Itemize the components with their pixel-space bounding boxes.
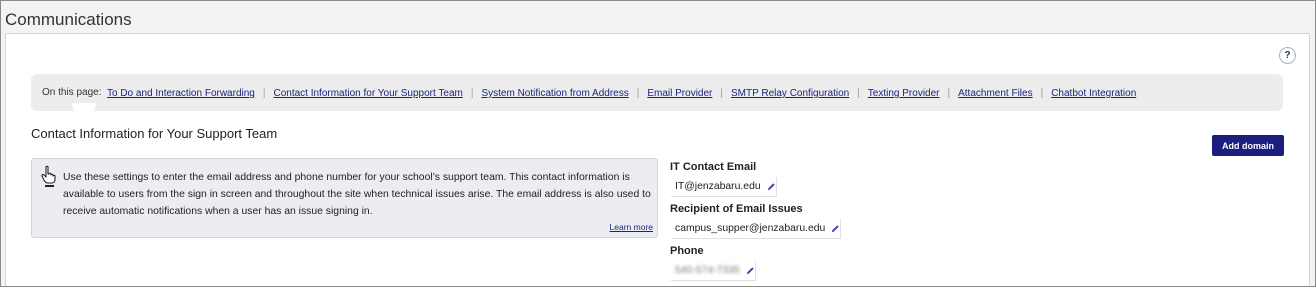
it-contact-email-label: IT Contact Email — [670, 161, 757, 173]
pencil-icon[interactable] — [746, 266, 755, 275]
nav-separator: | — [947, 88, 951, 99]
phone-label: Phone — [670, 245, 704, 257]
nav-link-texting-provider[interactable]: Texting Provider — [868, 88, 940, 99]
nav-separator: | — [636, 88, 640, 99]
info-text: Use these settings to enter the email ad… — [63, 172, 651, 217]
recipient-email-field[interactable]: campus_supper@jenzabaru.edu — [671, 219, 842, 239]
nav-separator: | — [857, 88, 860, 99]
on-this-page-label: On this page: — [42, 87, 102, 98]
section-title: Contact Information for Your Support Tea… — [31, 126, 278, 141]
nav-separator: | — [262, 88, 266, 99]
nav-link-todo-forwarding[interactable]: To Do and Interaction Forwarding — [107, 88, 255, 99]
page-title: Communications — [5, 10, 132, 29]
info-box: Use these settings to enter the email ad… — [31, 158, 658, 238]
help-icon[interactable]: ? — [1279, 47, 1296, 64]
nav-link-smtp-relay[interactable]: SMTP Relay Configuration — [731, 88, 849, 99]
it-contact-email-field[interactable]: IT@jenzabaru.edu — [671, 177, 777, 197]
nav-link-email-provider[interactable]: Email Provider — [647, 88, 712, 99]
nav-separator: | — [720, 88, 723, 99]
recipient-email-label: Recipient of Email Issues — [670, 203, 803, 215]
on-this-page-nav: On this page: To Do and Interaction Forw… — [31, 74, 1283, 111]
phone-value: 540-574-7335 — [675, 265, 740, 276]
pencil-icon[interactable] — [831, 224, 840, 233]
nav-link-system-notification[interactable]: System Notification from Address — [481, 88, 628, 99]
nav-link-attachment-files[interactable]: Attachment Files — [958, 88, 1032, 99]
it-contact-email-value: IT@jenzabaru.edu — [675, 181, 761, 192]
learn-more-link[interactable]: Learn more — [610, 222, 653, 232]
on-this-page-links: To Do and Interaction Forwarding | Contact… — [107, 88, 1136, 99]
nav-separator: | — [1040, 88, 1044, 99]
nav-separator: | — [470, 88, 474, 99]
nav-link-chatbot-integration[interactable]: Chatbot Integration — [1051, 88, 1136, 99]
add-domain-button[interactable]: Add domain — [1212, 135, 1284, 156]
pointing-hand-icon — [41, 165, 56, 187]
phone-field[interactable]: 540-574-7335 — [671, 261, 756, 281]
recipient-email-value: campus_supper@jenzabaru.edu — [675, 223, 826, 234]
nav-link-contact-info[interactable]: Contact Information for Your Support Tea… — [273, 88, 462, 99]
pencil-icon[interactable] — [767, 182, 776, 191]
